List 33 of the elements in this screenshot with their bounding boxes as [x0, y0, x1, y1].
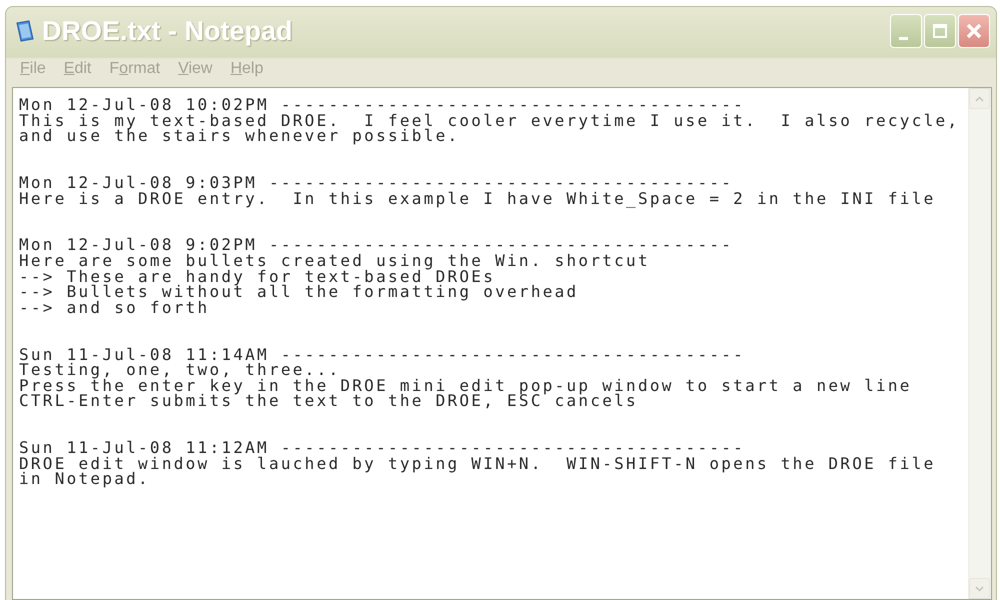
text-line: and use the stairs whenever possible. — [19, 128, 460, 144]
minimize-button[interactable] — [890, 14, 922, 48]
menu-item[interactable]: Edit — [56, 58, 100, 80]
text-line: CTRL-Enter submits the text to the DROE, ESC cancels — [19, 393, 638, 409]
text-line: --> and so forth — [19, 300, 210, 316]
maximize-button[interactable] — [924, 14, 956, 48]
window-title: DROE.txt - Notepad — [42, 16, 294, 46]
notepad-icon — [14, 19, 36, 43]
scrollbar[interactable] — [968, 88, 991, 599]
entry-header: Sun 11-Jul-08 11:14AM --------------------------------------- — [19, 346, 746, 362]
text-line: This is my text-based DROE. I feel cooler everytime I use it. I also recycle, — [19, 112, 960, 128]
close-button[interactable] — [958, 14, 990, 48]
entry-header: Mon 12-Jul-08 9:03PM --------------------------------------- — [19, 174, 734, 191]
text-line: Press the enter key in the DROE mini edit pop-up window to start a new line — [19, 378, 912, 394]
scroll-up-icon[interactable] — [969, 88, 990, 109]
menu-item[interactable]: Format — [101, 58, 168, 80]
text-line: Here are some bullets created using the Win. shortcut — [19, 252, 650, 269]
text-line: --> These are handy for text-based DROEs — [19, 268, 496, 284]
menu-item[interactable]: Help — [222, 58, 272, 80]
text-line: DROE edit window is lauched by typing WIN+N. WIN-SHIFT-N opens the DROE file — [19, 456, 936, 472]
scroll-down-icon[interactable] — [969, 578, 990, 599]
text-line: Testing, one, two, three... — [19, 362, 340, 378]
entry-header: Mon 12-Jul-08 10:02PM --------------------------------------- — [19, 97, 746, 113]
maximize-icon — [932, 23, 948, 39]
close-icon — [965, 22, 983, 40]
text-line: in Notepad. — [19, 471, 150, 487]
entry-header: Sun 11-Jul-08 11:12AM --------------------------------------- — [19, 440, 746, 456]
text-line: Here is a DROE entry. In this example I have White_Space = 2 in the INI file — [19, 190, 936, 206]
menu-item[interactable]: File — [12, 58, 54, 80]
minimize-icon — [898, 36, 908, 40]
menu-item[interactable]: View — [170, 58, 220, 80]
entry-header: Mon 12-Jul-08 9:02PM --------------------------------------- — [19, 237, 734, 253]
text-line: --> Bullets without all the formatting overhead — [19, 284, 578, 300]
